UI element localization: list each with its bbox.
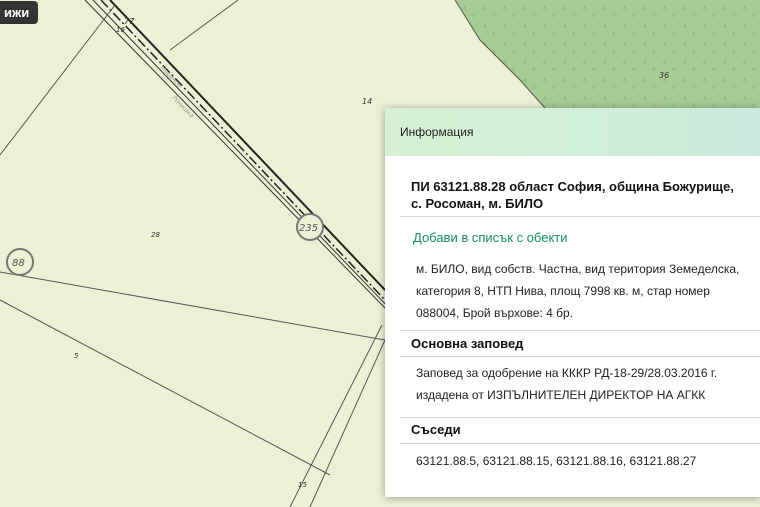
description-line: 088004, Брой върхове: 4 бр. [416, 306, 573, 320]
map-label: 5 [74, 352, 79, 360]
divider [400, 330, 760, 331]
parcel-marker[interactable]: 235 [296, 213, 324, 241]
order-text: Заповед за одобрение на КККР РД-18-29/28… [400, 362, 760, 406]
parcel-title-line2: с. Росоман, м. БИЛО [411, 196, 544, 211]
order-line: Заповед за одобрение на КККР РД-18-29/28… [416, 366, 718, 380]
map-label: 16 [116, 26, 125, 34]
map-label: 14 [362, 97, 372, 106]
description-line: м. БИЛО, вид собств. Частна, вид територ… [416, 262, 740, 276]
map-label: 77 [124, 17, 135, 26]
divider [400, 216, 760, 217]
neighbors-heading: Съседи [411, 422, 461, 437]
info-panel-header: Информация [385, 108, 760, 156]
add-to-objects-link[interactable]: Добави в списък с обекти [400, 230, 760, 245]
parcel-title-line1: ПИ 63121.88.28 област София, община Божу… [411, 179, 734, 194]
divider [400, 443, 760, 444]
marker-label: 88 [12, 258, 25, 269]
divider [400, 356, 760, 357]
description-line: категория 8, НТП Нива, площ 7998 кв. м, … [416, 284, 710, 298]
order-heading: Основна заповед [411, 336, 524, 351]
parcel-description: м. БИЛО, вид собств. Частна, вид територ… [400, 258, 760, 324]
map-label: 36 [659, 71, 669, 80]
neighbors-list: 63121.88.5, 63121.88.15, 63121.88.16, 63… [416, 454, 697, 468]
map-toolbar-button[interactable]: ижи [0, 1, 39, 24]
map-label: 28 [151, 231, 160, 239]
parcel-title: ПИ 63121.88.28 област София, община Божу… [400, 178, 760, 212]
marker-label: 235 [299, 223, 318, 234]
info-panel: Информация ПИ 63121.88.28 област София, … [385, 108, 760, 497]
order-line: издадена от ИЗПЪЛНИТЕЛЕН ДИРЕКТОР НА АГК… [416, 388, 706, 402]
map-label: 15 [298, 481, 307, 489]
divider [400, 417, 760, 418]
